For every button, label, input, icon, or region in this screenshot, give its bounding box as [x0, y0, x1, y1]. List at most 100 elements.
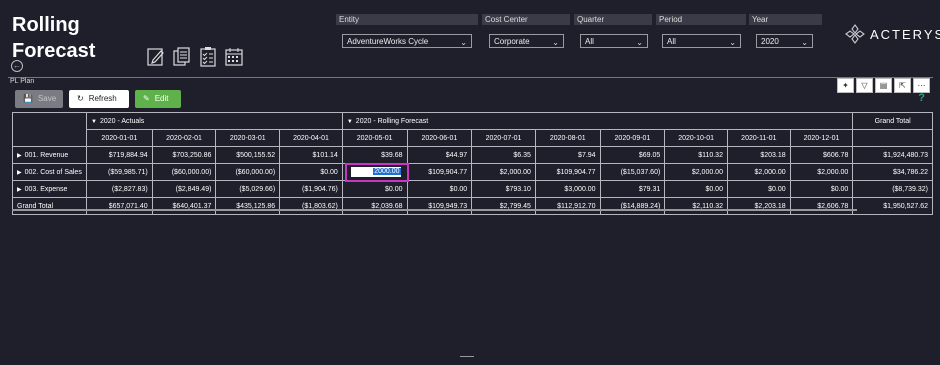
period-header[interactable]: 2020-04-01 [279, 129, 343, 147]
data-cell[interactable]: $2,000.00 [726, 163, 791, 181]
data-cell[interactable]: $7.94 [534, 146, 601, 164]
data-cell[interactable]: $0.00 [789, 180, 854, 198]
data-cell[interactable]: ($15,037.60) [599, 163, 666, 181]
entity-select[interactable]: AdventureWorks Cycle ⌄ [342, 34, 472, 48]
chevron-down-icon: ⌄ [460, 38, 467, 47]
refresh-button[interactable]: ↻ Refresh [69, 90, 129, 108]
row-header-revenue[interactable]: ▶ 001. Revenue [12, 146, 87, 164]
chevron-down-icon: ⌄ [636, 38, 643, 47]
edit-note-icon[interactable] [146, 46, 166, 68]
data-cell[interactable]: $2,000.00 [789, 163, 854, 181]
data-cell[interactable]: $39.68 [341, 146, 408, 164]
data-cell[interactable]: $0.00 [664, 180, 728, 198]
data-cell[interactable]: $703,250.86 [151, 146, 217, 164]
group-actuals-header[interactable]: ▼ 2020 - Actuals [85, 112, 343, 130]
horizontal-scrollbar[interactable] [12, 209, 857, 211]
spotlight-icon[interactable]: ▤ [875, 78, 892, 93]
data-cell[interactable]: $109,904.77 [534, 163, 601, 181]
period-header[interactable]: 2020-08-01 [534, 129, 601, 147]
data-cell[interactable]: $719,884.94 [85, 146, 153, 164]
calendar-icon[interactable] [224, 46, 244, 68]
data-cell[interactable]: ($60,000.00) [215, 163, 281, 181]
chevron-down-icon: ⌄ [801, 38, 808, 47]
data-cell[interactable]: $606.78 [789, 146, 854, 164]
collapse-caret-icon: ▼ [346, 118, 353, 125]
pencil-icon: ✎ [143, 94, 150, 103]
period-header[interactable]: 2020-10-01 [664, 129, 728, 147]
editing-cell[interactable]: 2000.00 [341, 163, 409, 182]
data-cell[interactable]: ($1,904.76) [279, 180, 343, 198]
cost-center-value: Corporate [494, 37, 530, 46]
chevron-down-icon: ⌄ [552, 38, 559, 47]
total-cell: $109,949.73 [406, 197, 473, 215]
data-cell[interactable]: $500,155.52 [215, 146, 281, 164]
year-value: 2020 [761, 37, 779, 46]
data-cell[interactable]: $2,000.00 [664, 163, 728, 181]
copy-documents-icon[interactable] [172, 46, 192, 68]
pin-icon[interactable]: ✦ [837, 78, 854, 93]
focus-mode-icon[interactable]: ⇱ [894, 78, 911, 93]
data-cell[interactable]: $44.97 [406, 146, 473, 164]
data-cell[interactable]: ($60,000.00) [151, 163, 217, 181]
action-toolbar: 💾 Save ↻ Refresh ✎ Edit [15, 90, 181, 108]
filter-icon[interactable]: ▽ [856, 78, 873, 93]
group-forecast-header[interactable]: ▼ 2020 - Rolling Forecast [341, 112, 854, 130]
period-header[interactable]: 2020-03-01 [215, 129, 281, 147]
visual-header-icons: ✦ ▽ ▤ ⇱ ⋯ [837, 78, 930, 93]
year-select[interactable]: 2020 ⌄ [756, 34, 813, 48]
cost-center-select[interactable]: Corporate ⌄ [489, 34, 564, 48]
period-header[interactable]: 2020-06-01 [406, 129, 473, 147]
data-cell[interactable]: $69.05 [599, 146, 666, 164]
help-icon[interactable]: ? [918, 92, 925, 104]
data-cell[interactable]: $109,904.77 [406, 163, 473, 181]
filter-cost-center: Cost Center Corporate ⌄ [482, 14, 570, 48]
more-options-icon[interactable]: ⋯ [913, 78, 930, 93]
page-title: Rolling Forecast [12, 12, 95, 64]
filter-period: Period All ⌄ [656, 14, 746, 48]
tool-icons [146, 46, 244, 68]
save-button[interactable]: 💾 Save [15, 90, 63, 108]
data-cell[interactable]: $203.18 [726, 146, 791, 164]
row-header-cost-of-sales[interactable]: ▶ 002. Cost of Sales [12, 163, 87, 181]
data-cell[interactable]: ($2,827.83) [85, 180, 153, 198]
cell-edit-input[interactable]: 2000.00 [350, 167, 401, 177]
period-header[interactable]: 2020-05-01 [341, 129, 408, 147]
period-header[interactable]: 2020-02-01 [151, 129, 217, 147]
data-cell[interactable]: $110.32 [664, 146, 728, 164]
brand-logo: ACTERYS [845, 24, 940, 44]
entity-value: AdventureWorks Cycle [347, 37, 429, 46]
data-cell[interactable]: $3,000.00 [534, 180, 601, 198]
filter-period-label: Period [656, 14, 746, 25]
period-header[interactable]: 2020-07-01 [471, 129, 536, 147]
period-select[interactable]: All ⌄ [662, 34, 741, 48]
period-header-row: 2020-01-01 2020-02-01 2020-03-01 2020-04… [13, 129, 933, 147]
group-actuals-label: 2020 - Actuals [99, 117, 145, 125]
back-arrow-icon[interactable]: ← [11, 60, 23, 72]
data-cell[interactable]: $793.10 [471, 180, 536, 198]
data-cell[interactable]: $79.31 [599, 180, 666, 198]
data-cell[interactable]: $6.35 [471, 146, 536, 164]
pl-plan-table: ▼ 2020 - Actuals ▼ 2020 - Rolling Forecast… [12, 112, 933, 215]
period-header[interactable]: 2020-01-01 [85, 129, 153, 147]
data-cell[interactable]: ($5,029.66) [215, 180, 281, 198]
row-header-expense[interactable]: ▶ 003. Expense [12, 180, 87, 198]
chevron-down-icon: ⌄ [729, 38, 736, 47]
header-bar: Rolling Forecast ← Entity AdventureWorks… [0, 0, 940, 76]
data-cell[interactable]: ($59,985.71) [85, 163, 153, 181]
period-header[interactable]: 2020-09-01 [599, 129, 666, 147]
resize-handle[interactable] [460, 356, 474, 360]
period-header[interactable]: 2020-12-01 [789, 129, 854, 147]
data-cell[interactable]: $0.00 [406, 180, 473, 198]
checklist-icon[interactable] [198, 46, 218, 68]
period-header[interactable]: 2020-11-01 [726, 129, 791, 147]
total-cell: $2,039.68 [341, 197, 408, 215]
refresh-icon: ↻ [77, 94, 84, 103]
data-cell[interactable]: $101.14 [279, 146, 343, 164]
data-cell[interactable]: ($2,849.49) [151, 180, 217, 198]
data-cell[interactable]: $0.00 [726, 180, 791, 198]
data-cell[interactable]: $2,000.00 [471, 163, 536, 181]
edit-button[interactable]: ✎ Edit [135, 90, 181, 108]
quarter-select[interactable]: All ⌄ [580, 34, 648, 48]
data-cell[interactable]: $0.00 [341, 180, 408, 198]
data-cell[interactable]: $0.00 [279, 163, 343, 181]
